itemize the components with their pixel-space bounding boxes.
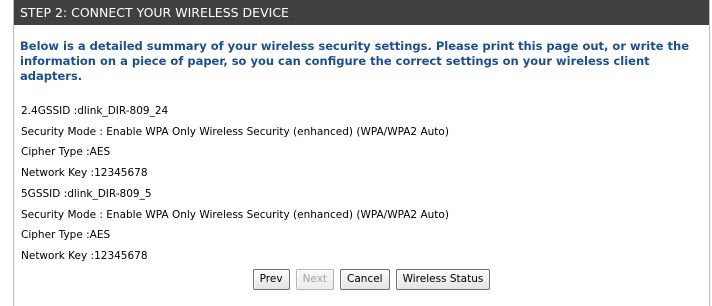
cancel-button[interactable]: Cancel: [340, 269, 390, 290]
wireless-status-button[interactable]: Wireless Status: [395, 269, 491, 290]
wizard-buttons: Prev Next Cancel Wireless Status: [14, 269, 709, 290]
wizard-panel: STEP 2: CONNECT YOUR WIRELESS DEVICE Bel…: [13, 0, 710, 306]
step-title: STEP 2: CONNECT YOUR WIRELESS DEVICE: [14, 0, 709, 25]
wireless-settings-summary: 2.4GSSID :dlink_DIR-809_24 Security Mode…: [21, 101, 709, 267]
summary-intro: Below is a detailed summary of your wire…: [20, 39, 690, 83]
security-mode-24ghz: Security Mode : Enable WPA Only Wireless…: [21, 125, 449, 138]
prev-button[interactable]: Prev: [252, 269, 290, 290]
cipher-type-24ghz: Cipher Type :AES: [21, 146, 111, 159]
cipher-type-5ghz: Cipher Type :AES: [21, 229, 111, 242]
network-key-24ghz: Network Key :12345678: [21, 167, 148, 180]
ssid-5ghz: 5GSSID :dlink_DIR-809_5: [21, 187, 152, 200]
next-button: Next: [295, 269, 335, 290]
security-mode-5ghz: Security Mode : Enable WPA Only Wireless…: [21, 208, 449, 221]
ssid-24ghz: 2.4GSSID :dlink_DIR-809_24: [21, 105, 169, 117]
network-key-5ghz: Network Key :12345678: [21, 249, 148, 262]
